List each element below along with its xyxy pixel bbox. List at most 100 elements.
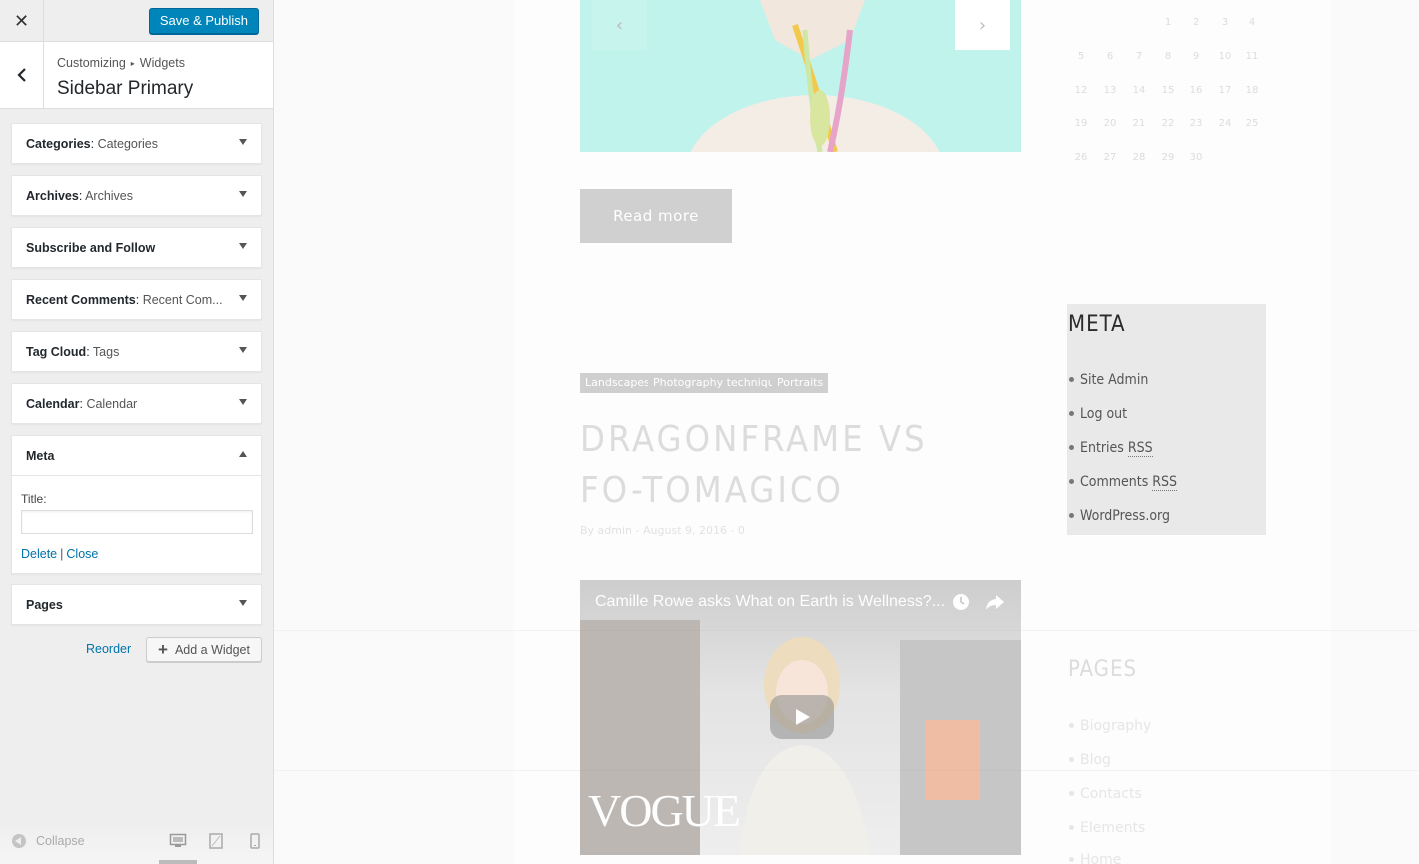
desktop-preview-icon[interactable] [169, 833, 187, 849]
calendar-day: 17 [1218, 85, 1232, 96]
calendar-day: 5 [1077, 51, 1085, 62]
expand-arrow-icon[interactable] [239, 191, 247, 197]
expand-arrow-icon[interactable] [239, 399, 247, 405]
expand-arrow-icon[interactable] [239, 139, 247, 145]
widget-header[interactable]: Calendar: Calendar [12, 384, 261, 423]
widget-header[interactable]: Pages [12, 585, 261, 624]
calendar-day: 21 [1132, 118, 1146, 129]
widget-name: Archives [26, 189, 79, 203]
meta-link-log-out[interactable]: Log out [1069, 406, 1127, 422]
bullet-icon [1069, 825, 1074, 830]
expand-arrow-icon[interactable] [239, 347, 247, 353]
slider-next-button[interactable]: › [955, 0, 1010, 50]
section-header: Customizing ▸ Widgets Sidebar Primary [0, 42, 273, 109]
widget-meta[interactable]: Meta Title: Delete | Close [11, 435, 262, 574]
post-tag[interactable]: Portraits [772, 373, 829, 393]
widget-meta-form: Title: Delete | Close [12, 475, 261, 573]
breadcrumb-root: Customizing [57, 56, 126, 70]
customizer-footer: Collapse [0, 819, 273, 864]
page-link[interactable]: Contacts [1069, 786, 1142, 802]
calendar-day: 1 [1164, 17, 1172, 28]
meta-heading: META [1068, 312, 1126, 337]
save-publish-button[interactable]: Save & Publish [148, 8, 259, 34]
calendar-day: 22 [1161, 118, 1175, 129]
page-link[interactable]: Elements [1069, 820, 1145, 836]
expand-arrow-icon[interactable] [239, 600, 247, 606]
post-title[interactable]: DRAGONFRAME VS FO-TOMAGICO [580, 414, 1000, 516]
calendar-day: 25 [1245, 118, 1259, 129]
play-button[interactable] [770, 695, 834, 739]
widget-header[interactable]: Archives: Archives [12, 176, 261, 215]
embedded-video[interactable]: Camille Rowe asks What on Earth is Welln… [580, 580, 1021, 855]
widget-recent-comments[interactable]: Recent Comments: Recent Com... [11, 279, 262, 320]
calendar-day: 10 [1218, 51, 1232, 62]
back-button[interactable] [0, 42, 44, 108]
widget-header[interactable]: Subscribe and Follow [12, 228, 261, 267]
bullet-icon [1069, 857, 1074, 862]
widget-header[interactable]: Categories: Categories [12, 124, 261, 163]
close-customizer-button[interactable]: ✕ [0, 0, 44, 42]
widget-subtitle: Categories [97, 137, 159, 151]
post-tag[interactable]: Photography techniques [648, 373, 793, 393]
meta-link-entries-rss[interactable]: Entries RSS [1069, 440, 1153, 457]
expand-arrow-icon[interactable] [239, 295, 247, 301]
video-title[interactable]: Camille Rowe asks What on Earth is Welln… [595, 593, 945, 611]
vogue-logo: VOGUE [588, 785, 741, 836]
calendar-day: 23 [1189, 118, 1203, 129]
collapse-arrow-icon[interactable] [239, 451, 247, 457]
active-device-indicator [159, 860, 197, 864]
watch-later-icon[interactable] [951, 592, 971, 612]
customizer-sidebar: ✕ Save & Publish Customizing ▸ Widgets Sid… [0, 0, 274, 864]
bullet-icon [1069, 445, 1074, 450]
post-tag[interactable]: Landscapes [580, 373, 655, 393]
chevron-left-icon: ‹ [615, 14, 624, 36]
meta-link-comments-rss[interactable]: Comments RSS [1069, 474, 1178, 491]
title-input[interactable] [21, 510, 253, 534]
bullet-icon [1069, 513, 1074, 518]
widget-header[interactable]: Tag Cloud: Tags [12, 332, 261, 371]
page-link[interactable]: Home [1069, 852, 1121, 864]
reorder-link[interactable]: Reorder [86, 642, 131, 656]
pages-heading: PAGES [1068, 657, 1138, 682]
breadcrumb-current: Widgets [139, 56, 185, 70]
widget-pages[interactable]: Pages [11, 584, 262, 625]
widget-header[interactable]: Recent Comments: Recent Com... [12, 280, 261, 319]
calendar-day: 4 [1248, 17, 1256, 28]
calendar-day: 30 [1189, 152, 1203, 163]
calendar-day: 6 [1106, 51, 1114, 62]
mobile-preview-icon[interactable] [246, 833, 264, 849]
expand-arrow-icon[interactable] [239, 243, 247, 249]
read-more-button[interactable]: Read more [580, 189, 732, 243]
delete-link[interactable]: Delete [21, 547, 57, 561]
collapse-button[interactable]: Collapse [12, 834, 85, 848]
calendar-day: 15 [1161, 85, 1175, 96]
widget-name: Pages [26, 598, 63, 612]
plus-icon: + [158, 640, 168, 659]
slider-prev-button[interactable]: ‹ [592, 0, 647, 50]
page-link[interactable]: Biography [1069, 718, 1151, 734]
bullet-icon [1069, 479, 1074, 484]
calendar-day: 19 [1074, 118, 1088, 129]
widget-calendar[interactable]: Calendar: Calendar [11, 383, 262, 424]
widget-header[interactable]: Meta [12, 436, 261, 475]
page-link[interactable]: Blog [1069, 752, 1111, 768]
add-widget-button[interactable]: + Add a Widget [146, 637, 262, 662]
widget-tag-cloud[interactable]: Tag Cloud: Tags [11, 331, 262, 372]
customizer-topbar: ✕ Save & Publish [0, 0, 273, 42]
close-link[interactable]: Close [66, 547, 98, 561]
calendar-day: 28 [1132, 152, 1146, 163]
meta-link-wordpress[interactable]: WordPress.org [1069, 508, 1170, 524]
meta-link-site-admin[interactable]: Site Admin [1069, 372, 1148, 388]
calendar-day: 29 [1161, 152, 1175, 163]
widget-categories[interactable]: Categories: Categories [11, 123, 262, 164]
share-icon[interactable] [984, 592, 1006, 612]
tablet-preview-icon[interactable] [207, 833, 225, 849]
widget-name: Tag Cloud [26, 345, 87, 359]
widget-subscribe-follow[interactable]: Subscribe and Follow [11, 227, 262, 268]
widget-archives[interactable]: Archives: Archives [11, 175, 262, 216]
calendar-day: 20 [1103, 118, 1117, 129]
calendar-day: 18 [1245, 85, 1259, 96]
bullet-icon [1069, 723, 1074, 728]
bullet-icon [1069, 377, 1074, 382]
meta-widget-preview: META Site Admin Log out Entries RSS Comm… [1067, 304, 1266, 535]
